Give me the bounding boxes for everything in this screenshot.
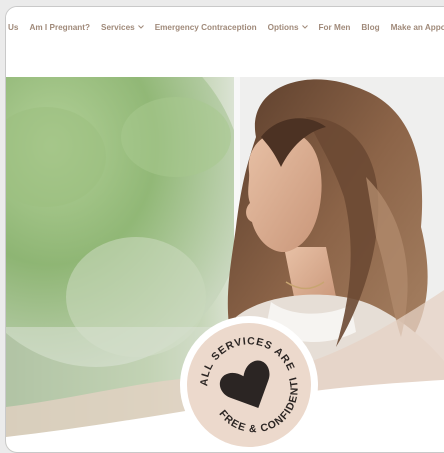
nav-item-label: Options [267, 23, 299, 32]
top-navigation: Us Am I Pregnant? Services Emergency Contra… [6, 7, 444, 77]
nav-item-make-an-appoi[interactable]: Make an Appoi [391, 23, 444, 32]
nav-item-emergency-contraception[interactable]: Emergency Contraception [155, 23, 257, 32]
free-confidential-badge: ALL SERVICES ARE FREE & CONFIDENTIAL [180, 316, 318, 452]
chevron-down-icon[interactable] [137, 24, 144, 31]
browser-viewport: Us Am I Pregnant? Services Emergency Contra… [5, 6, 444, 453]
nav-item-label: Am I Pregnant? [29, 23, 90, 32]
nav-item-label: Services [100, 23, 135, 32]
nav-item-for-men[interactable]: For Men [319, 23, 351, 32]
nav-item-blog[interactable]: Blog [361, 23, 379, 32]
nav-item-label: Blog [361, 23, 380, 32]
nav-item-label: Emergency Contraception [154, 23, 257, 32]
nav-item-options[interactable]: Options [268, 23, 308, 32]
nav-item-label: Us [8, 23, 19, 32]
nav-item-label: For Men [318, 23, 351, 32]
nav-item-services[interactable]: Services [101, 23, 144, 32]
nav-menu: Us Am I Pregnant? Services Emergency Contra… [8, 23, 444, 32]
nav-item-am-i-pregnant[interactable]: Am I Pregnant? [29, 23, 90, 32]
chevron-down-icon[interactable] [301, 24, 308, 31]
nav-item-us[interactable]: Us [8, 23, 18, 32]
nav-item-label: Make an Appoi [390, 23, 444, 32]
